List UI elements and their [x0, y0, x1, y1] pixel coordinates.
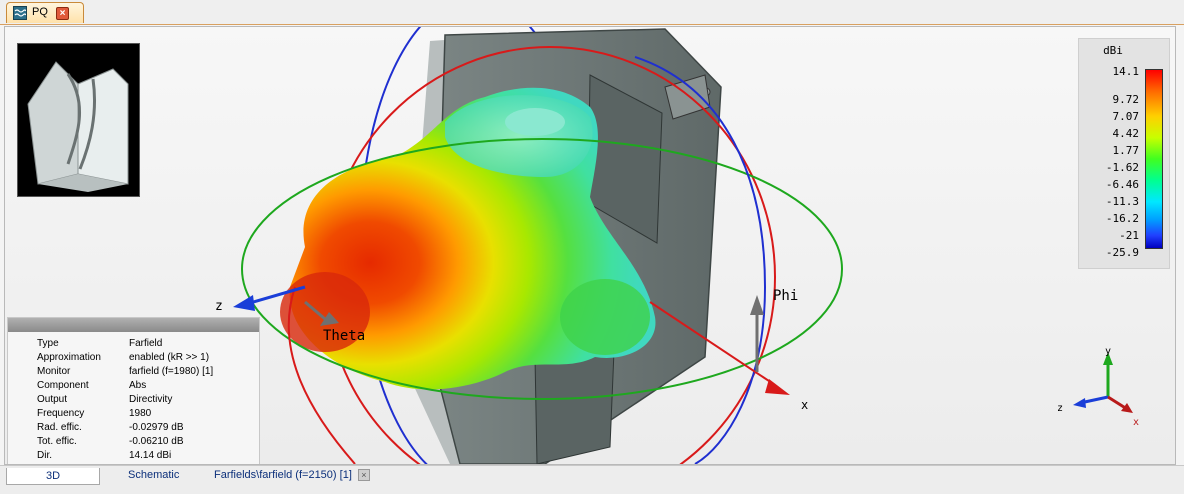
waveform-icon: [13, 6, 27, 20]
mini-z-label: z: [1057, 403, 1063, 414]
tab-3d[interactable]: 3D: [6, 468, 100, 485]
info-row: Type Farfield: [37, 338, 163, 349]
legend-value: -25.9: [1105, 246, 1139, 259]
close-tab-icon[interactable]: ×: [56, 7, 69, 20]
farfield-info-panel: Type Farfield Approximation enabled (kR >>…: [7, 317, 260, 464]
legend-value: 7.07: [1112, 110, 1140, 123]
info-row: Dir. 14.14 dBi: [37, 450, 172, 461]
z-axis-label: z: [215, 299, 223, 314]
close-tab-icon[interactable]: ×: [357, 469, 370, 482]
info-row: Component Abs: [37, 380, 147, 391]
legend-value: -21: [1119, 229, 1139, 242]
theta-axis-label: Theta: [323, 328, 365, 344]
view-tab-bar: 3D Schematic Farfields\farfield (f=2150)…: [0, 465, 1184, 494]
tab-farfield-result-label: Farfields\farfield (f=2150) [1]: [214, 469, 352, 481]
info-row: Tot. effic. -0.06210 dB: [37, 436, 184, 447]
legend-value: 4.42: [1112, 127, 1140, 140]
mini-x-label: x: [1133, 417, 1139, 428]
model-thumbnail: [17, 43, 140, 197]
legend-value: 9.72: [1112, 93, 1140, 106]
tab-pq-label: PQ: [32, 6, 48, 18]
legend-value: -16.2: [1105, 212, 1139, 225]
info-row: Output Directivity: [37, 394, 173, 405]
legend-unit: dBi: [1103, 44, 1123, 57]
legend-value: -1.62: [1105, 161, 1139, 174]
info-row: Rad. effic. -0.02979 dB: [37, 422, 184, 433]
tab-farfield-result[interactable]: Farfields\farfield (f=2150) [1] ×: [214, 469, 370, 486]
tab-schematic[interactable]: Schematic: [128, 469, 179, 486]
info-row: Approximation enabled (kR >> 1): [37, 352, 210, 363]
legend-value: 14.1: [1112, 65, 1140, 78]
x-axis-label: x: [801, 398, 808, 412]
phi-axis-label: Phi: [773, 288, 798, 304]
legend-value: 1.77: [1112, 144, 1140, 157]
orientation-axes-gizmo: y z x: [1057, 346, 1139, 428]
info-panel-header[interactable]: [8, 318, 259, 332]
farfield-3d-view[interactable]: z Theta x Phi y z x dBi 14.1 9.72 7.07 4…: [4, 26, 1176, 465]
info-row: Frequency 1980: [37, 408, 152, 419]
info-row: Monitor farfield (f=1980) [1]: [37, 366, 214, 377]
document-tab-bar: PQ ×: [0, 0, 1184, 25]
tab-pq[interactable]: PQ ×: [6, 2, 84, 23]
legend-color-bar: [1145, 69, 1163, 249]
legend-value: -11.3: [1105, 195, 1139, 208]
legend-value: -6.46: [1105, 178, 1139, 191]
color-scale-legend: dBi 14.1 9.72 7.07 4.42 1.77 -1.62 -6.46…: [1078, 38, 1170, 269]
mini-y-label: y: [1105, 346, 1111, 357]
